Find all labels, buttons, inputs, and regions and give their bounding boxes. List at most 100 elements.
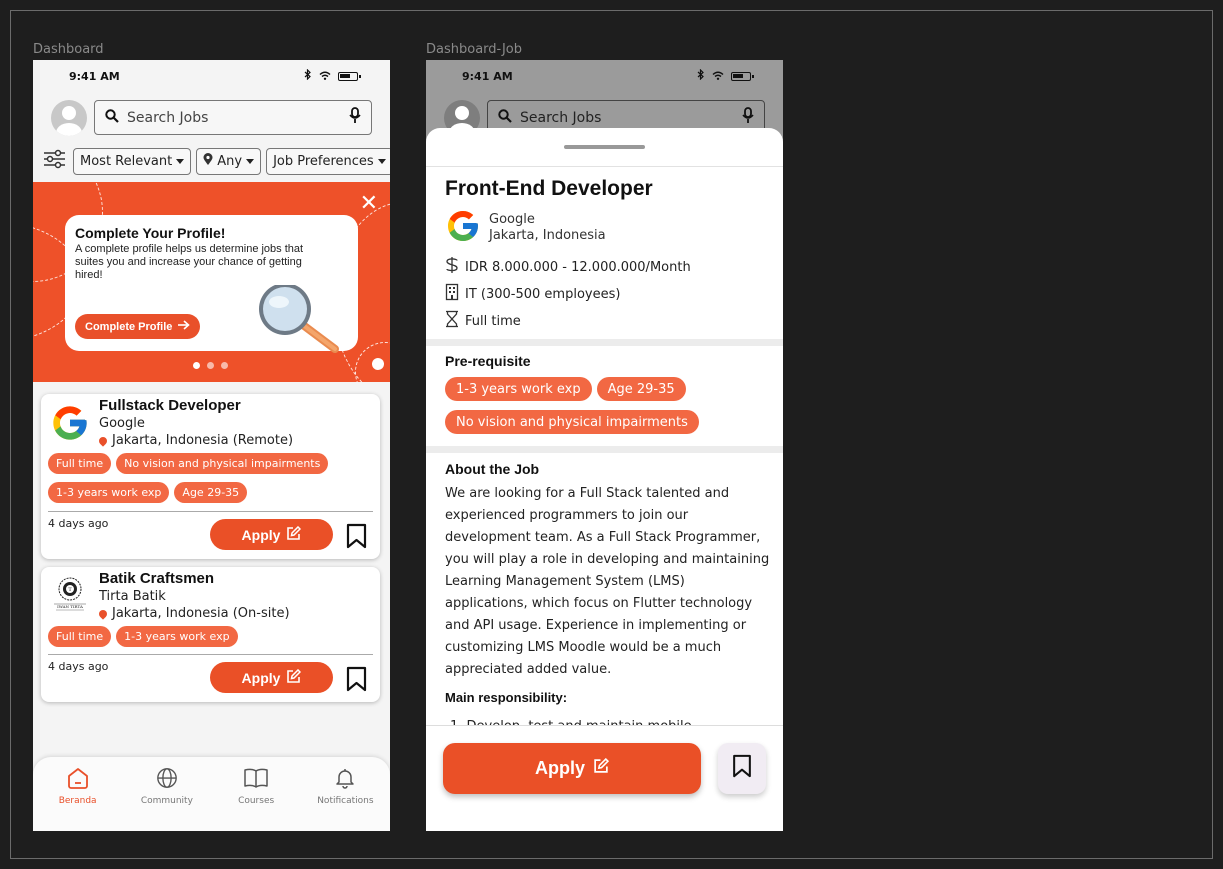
company-location: Jakarta, Indonesia [489, 228, 606, 244]
filter-most-relevant[interactable]: Most Relevant [73, 148, 192, 175]
divider [48, 511, 373, 512]
apply-button[interactable]: Apply [210, 662, 333, 693]
section-separator [426, 446, 783, 453]
banner-dot [372, 358, 384, 370]
carousel-dot[interactable] [221, 362, 228, 369]
location-text: Jakarta, Indonesia (On-site) [112, 606, 290, 621]
avatar[interactable] [51, 100, 87, 136]
job-card[interactable]: T IWAN TIRTA Batik Craftsmen Tirta Batik… [41, 567, 380, 702]
profile-promo-card: Complete Your Profile! A complete profil… [65, 215, 358, 353]
nav-item-community[interactable]: Community [132, 767, 202, 831]
job-type-text: Full time [465, 313, 521, 329]
job-company: Tirta Batik [99, 589, 166, 604]
prereq-tag: No vision and physical impairments [445, 410, 699, 434]
frame-label-dashboard-job: Dashboard-Job [426, 42, 522, 57]
dollar-icon [445, 256, 459, 278]
filter-label: Most Relevant [80, 154, 173, 169]
job-location: Jakarta, Indonesia (On-site) [97, 606, 290, 621]
job-tag: 1-3 years work exp [116, 626, 238, 647]
nav-item-courses[interactable]: Courses [221, 767, 291, 831]
divider [48, 654, 373, 655]
drag-handle[interactable] [564, 145, 645, 149]
edit-icon [593, 757, 610, 779]
industry-text: IT (300-500 employees) [465, 286, 621, 302]
prereq-tags: No vision and physical impairments [445, 410, 699, 434]
search-input[interactable]: Search Jobs [94, 100, 372, 135]
filter-bar: Most Relevant Any Job Preferences [43, 148, 390, 175]
industry-row: IT (300-500 employees) [445, 283, 620, 305]
tag-row: Full time 1-3 years work exp [48, 626, 238, 647]
search-icon [498, 108, 512, 127]
wifi-icon [319, 70, 331, 83]
posted-date: 4 days ago [48, 660, 109, 673]
nav-label: Courses [238, 796, 275, 806]
bluetooth-icon [697, 68, 705, 83]
google-logo [50, 403, 90, 448]
company-info: Google Jakarta, Indonesia [489, 212, 606, 245]
bookmark-button[interactable] [718, 743, 766, 794]
carousel-dot[interactable] [207, 362, 214, 369]
job-title: Front-End Developer [445, 177, 653, 200]
apply-button[interactable]: Apply [443, 743, 701, 794]
building-icon [445, 283, 459, 305]
tag-row: 1-3 years work exp Age 29-35 [48, 482, 248, 503]
status-time: 9:41 AM [69, 70, 120, 83]
apply-label: Apply [241, 526, 281, 543]
job-tag: No vision and physical impairments [116, 453, 329, 474]
posted-date: 4 days ago [48, 517, 109, 530]
section-separator [426, 339, 783, 346]
filter-settings-icon[interactable] [43, 149, 66, 174]
tag-row: Full time No vision and physical impairm… [48, 453, 329, 474]
filter-location[interactable]: Any [196, 148, 262, 175]
search-placeholder: Search Jobs [127, 109, 209, 126]
book-icon [243, 767, 269, 792]
filter-label: Job Preferences [273, 154, 374, 169]
job-title: Fullstack Developer [99, 397, 241, 414]
filter-job-preferences[interactable]: Job Preferences [266, 148, 390, 175]
about-text: We are looking for a Full Stack talented… [445, 486, 770, 677]
microphone-icon[interactable] [349, 107, 361, 128]
nav-label: Notifications [317, 796, 374, 806]
tirta-batik-logo: T IWAN TIRTA [50, 574, 90, 614]
job-location: Jakarta, Indonesia (Remote) [97, 433, 294, 448]
google-logo [445, 208, 481, 249]
logo-text: IWAN TIRTA [57, 604, 83, 609]
globe-icon [155, 767, 179, 792]
prereq-title: Pre-requisite [445, 353, 531, 369]
battery-icon [731, 71, 754, 81]
carousel-dots[interactable] [193, 362, 228, 369]
complete-profile-button[interactable]: Complete Profile [75, 314, 201, 339]
job-card[interactable]: Fullstack Developer Google Jakarta, Indo… [41, 394, 380, 559]
bottom-nav: Beranda Community Courses Notifications [33, 757, 390, 831]
carousel-dot[interactable] [193, 362, 200, 369]
wifi-icon [712, 70, 724, 83]
divider [426, 166, 783, 167]
arrow-right-icon [178, 320, 191, 333]
status-bar: 9:41 AM [33, 60, 390, 92]
bell-icon [334, 767, 356, 792]
location-pin-icon [203, 153, 213, 170]
company-name: Google [489, 212, 535, 227]
bookmark-icon[interactable] [346, 666, 367, 697]
microphone-icon[interactable] [742, 107, 754, 128]
about-title: About the Job [445, 461, 540, 477]
edit-icon [286, 668, 302, 687]
chevron-down-icon [176, 159, 185, 164]
promo-title: Complete Your Profile! [75, 225, 226, 241]
status-time: 9:41 AM [462, 70, 513, 83]
apply-button[interactable]: Apply [210, 519, 333, 550]
salary-row: IDR 8.000.000 - 12.000.000/Month [445, 256, 691, 278]
nav-item-notifications[interactable]: Notifications [310, 767, 380, 831]
job-type-row: Full time [445, 310, 521, 332]
action-bar: Apply [426, 725, 783, 831]
close-icon[interactable]: ✕ [360, 192, 378, 214]
bookmark-icon[interactable] [346, 523, 367, 554]
chevron-down-icon [246, 159, 255, 164]
bluetooth-icon [304, 68, 312, 83]
location-text: Jakarta, Indonesia (Remote) [112, 433, 294, 448]
frame-label-dashboard: Dashboard [33, 42, 104, 57]
nav-item-beranda[interactable]: Beranda [43, 767, 113, 831]
job-tag: Full time [48, 453, 112, 474]
nav-label: Beranda [58, 796, 97, 806]
prereq-tag: Age 29-35 [596, 377, 686, 401]
